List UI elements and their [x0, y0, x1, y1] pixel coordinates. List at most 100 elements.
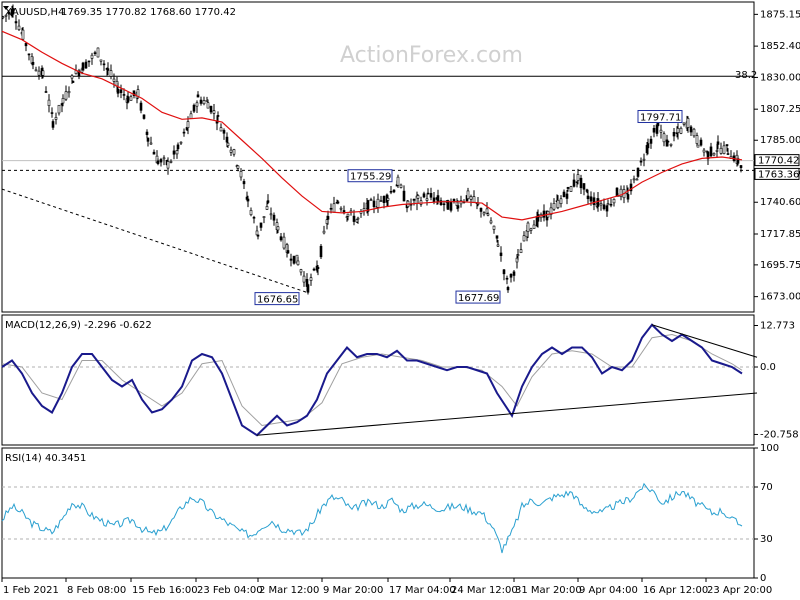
candle-body: [265, 206, 269, 210]
candle-body: [726, 153, 730, 155]
candle-body: [669, 143, 673, 146]
candle-body: [476, 203, 480, 205]
candle-body: [152, 151, 156, 155]
x-tick-label: 15 Feb 16:00: [132, 585, 198, 596]
candle-body: [532, 224, 536, 229]
candle-body: [172, 150, 176, 155]
price-panel: ActionForex.com XAUUSD,H4 . 1769.35 1770…: [1, 1, 800, 313]
candle-body: [145, 131, 149, 135]
candle-body: [106, 68, 110, 71]
candle-body: [24, 43, 28, 47]
candle-body: [336, 201, 340, 204]
candle-body: [289, 258, 293, 261]
candle-body: [689, 126, 693, 133]
macd-tick-label: 12.773: [760, 320, 795, 331]
x-tick-label: 2 Mar 12:00: [259, 585, 319, 596]
candle-body: [286, 250, 290, 254]
candle-body: [542, 210, 546, 218]
candle-body: [582, 183, 586, 190]
candle-body: [509, 273, 513, 278]
candle-body: [679, 127, 683, 134]
candle-body: [242, 181, 246, 185]
candle-body: [222, 130, 226, 134]
candle-body: [319, 245, 323, 258]
candle-body: [379, 200, 383, 202]
candle-body: [695, 135, 699, 144]
candle-body: [479, 207, 483, 212]
price-tick-label: 1830.00: [760, 72, 800, 83]
candle-body: [699, 139, 703, 146]
candle-body: [192, 104, 196, 112]
candle-body: [412, 198, 416, 201]
candle-body: [276, 226, 280, 231]
candle-body: [232, 149, 236, 155]
candle-body: [44, 91, 48, 93]
candle-body: [266, 200, 270, 203]
candle-body: [676, 128, 680, 133]
candle-body: [579, 177, 583, 189]
candle-body: [182, 131, 186, 134]
fib-label: 38.2: [735, 70, 757, 81]
candle-body: [196, 94, 200, 98]
price-tick-label: 1673.00: [760, 292, 800, 303]
candle-body: [652, 128, 656, 133]
candle-body: [399, 184, 403, 188]
candle-body: [322, 230, 326, 234]
candle-body: [332, 203, 336, 213]
candle-body: [586, 195, 590, 200]
candle-body: [142, 114, 146, 119]
candle-body: [696, 144, 700, 148]
rsi-panel-frame: [1, 447, 755, 579]
candle-body: [54, 117, 58, 120]
candle-body: [41, 70, 45, 76]
candle-body: [352, 215, 356, 222]
price-tick-label: 1875.15: [760, 9, 800, 20]
candle-body: [326, 216, 330, 220]
candle-body: [402, 190, 406, 202]
candle-body: [116, 88, 120, 94]
candle-body: [612, 198, 616, 204]
candle-body: [162, 157, 166, 160]
candle-body: [596, 198, 600, 207]
candle-body: [692, 128, 696, 137]
candle-body: [4, 14, 8, 17]
candle-body: [202, 100, 206, 105]
candle-body: [626, 194, 630, 200]
candle-body: [239, 171, 243, 178]
candle-body: [725, 144, 729, 147]
candle-body: [166, 161, 170, 169]
x-tick-label: 23 Apr 20:00: [707, 585, 772, 596]
candle-body: [61, 98, 65, 104]
candle-body: [93, 52, 97, 54]
candle-body: [64, 91, 68, 100]
candle-body: [592, 197, 596, 205]
candle-body: [34, 69, 38, 72]
candle-body: [666, 140, 670, 143]
annotation-label: 1755.29: [350, 172, 391, 183]
candle-body: [589, 196, 593, 202]
price-tick-label: 1740.60: [760, 197, 800, 208]
candle-body: [296, 260, 300, 266]
candle-body: [1, 16, 5, 18]
candle-body: [87, 60, 91, 63]
macd-tick-label: -20.758: [760, 429, 799, 440]
candle-body: [486, 213, 490, 216]
candle-body: [90, 54, 94, 59]
candle-body: [606, 203, 610, 206]
candle-body: [709, 146, 713, 157]
candle-body: [536, 214, 540, 222]
candle-body: [552, 203, 556, 210]
candle-body: [346, 213, 350, 217]
macd-panel: MACD(12,26,9) -2.296 -0.622 12.773 0.0 -20…: [1, 314, 799, 446]
candle-body: [429, 193, 433, 198]
candle-body: [382, 195, 386, 203]
candle-body: [712, 153, 716, 156]
candle-body: [71, 80, 75, 83]
candle-body: [159, 159, 163, 163]
candle-body: [11, 8, 15, 15]
candle-body: [316, 266, 320, 270]
candle-body: [356, 217, 360, 220]
candle-body: [599, 203, 603, 206]
candle-body: [642, 158, 646, 161]
candle-body: [719, 147, 723, 154]
